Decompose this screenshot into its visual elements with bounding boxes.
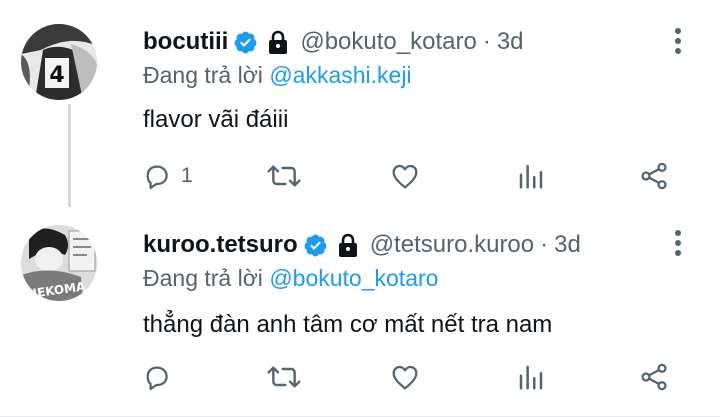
tweet-text: thẳng đàn anh tâm cơ mất nết tra nam	[143, 311, 553, 338]
avatar[interactable]: NEKOMA	[21, 225, 97, 301]
mention-link[interactable]: @akkashi.keji	[269, 62, 411, 88]
reply-count: 1	[181, 164, 193, 187]
display-name[interactable]: bocutiii	[143, 28, 228, 56]
reply-button[interactable]	[141, 357, 181, 397]
separator-dot: ·	[540, 231, 549, 258]
tweet-header: bocutiii @bokuto_kotaro · 3d	[143, 22, 524, 62]
user-handle[interactable]: @tetsuro.kuroo	[370, 231, 534, 259]
analytics-icon	[519, 365, 543, 390]
like-button[interactable]	[389, 156, 421, 196]
retweet-button[interactable]	[266, 156, 302, 196]
avatar-jersey-number: 4	[49, 63, 64, 88]
lock-icon	[336, 232, 360, 258]
avatar[interactable]: 4	[21, 24, 97, 100]
analytics-icon	[519, 164, 543, 189]
retweet-icon	[267, 366, 301, 388]
replying-to: Đang trả lời @bokuto_kotaro	[143, 265, 438, 292]
more-vertical-icon[interactable]	[668, 26, 688, 56]
mention-link[interactable]: @bokuto_kotaro	[269, 265, 438, 291]
separator-dot: ·	[482, 28, 491, 55]
avatar-image: NEKOMA	[21, 225, 97, 301]
more-vertical-icon[interactable]	[668, 228, 688, 258]
verified-badge-icon	[233, 30, 258, 55]
tweet-header: kuroo.tetsuro @tetsuro.kuroo · 3d	[143, 225, 581, 265]
analytics-button[interactable]	[516, 156, 546, 196]
retweet-icon	[267, 165, 301, 187]
heart-icon	[392, 164, 418, 189]
retweet-button[interactable]	[266, 357, 302, 397]
tweet-text: flavor vãi đáiii	[143, 106, 289, 133]
reply-icon	[146, 165, 168, 190]
action-bar	[0, 357, 720, 397]
lock-icon	[266, 29, 290, 55]
reply-icon	[146, 366, 168, 391]
like-button[interactable]	[389, 357, 421, 397]
replying-to-label: Đang trả lời	[143, 265, 263, 291]
reply-button[interactable]: 1	[141, 156, 193, 196]
replying-to-label: Đang trả lời	[143, 62, 263, 88]
analytics-button[interactable]	[516, 357, 546, 397]
timestamp[interactable]: 3d	[554, 231, 581, 259]
share-icon	[641, 363, 667, 391]
share-button[interactable]	[638, 357, 670, 397]
timestamp[interactable]: 3d	[497, 28, 524, 56]
tweet[interactable]: 4 bocutiii @bokuto_kotaro · 3d Đang trả …	[0, 0, 720, 207]
replying-to: Đang trả lời @akkashi.keji	[143, 62, 412, 89]
display-name[interactable]: kuroo.tetsuro	[143, 231, 298, 259]
share-icon	[641, 162, 667, 190]
user-handle[interactable]: @bokuto_kotaro	[300, 28, 476, 56]
verified-badge-icon	[303, 233, 328, 258]
avatar-image: 4	[21, 24, 97, 100]
tweet[interactable]: NEKOMA kuroo.tetsuro @tetsuro.kuroo · 3d	[0, 207, 720, 417]
heart-icon	[392, 365, 418, 390]
share-button[interactable]	[638, 156, 670, 196]
action-bar: 1	[0, 156, 720, 196]
